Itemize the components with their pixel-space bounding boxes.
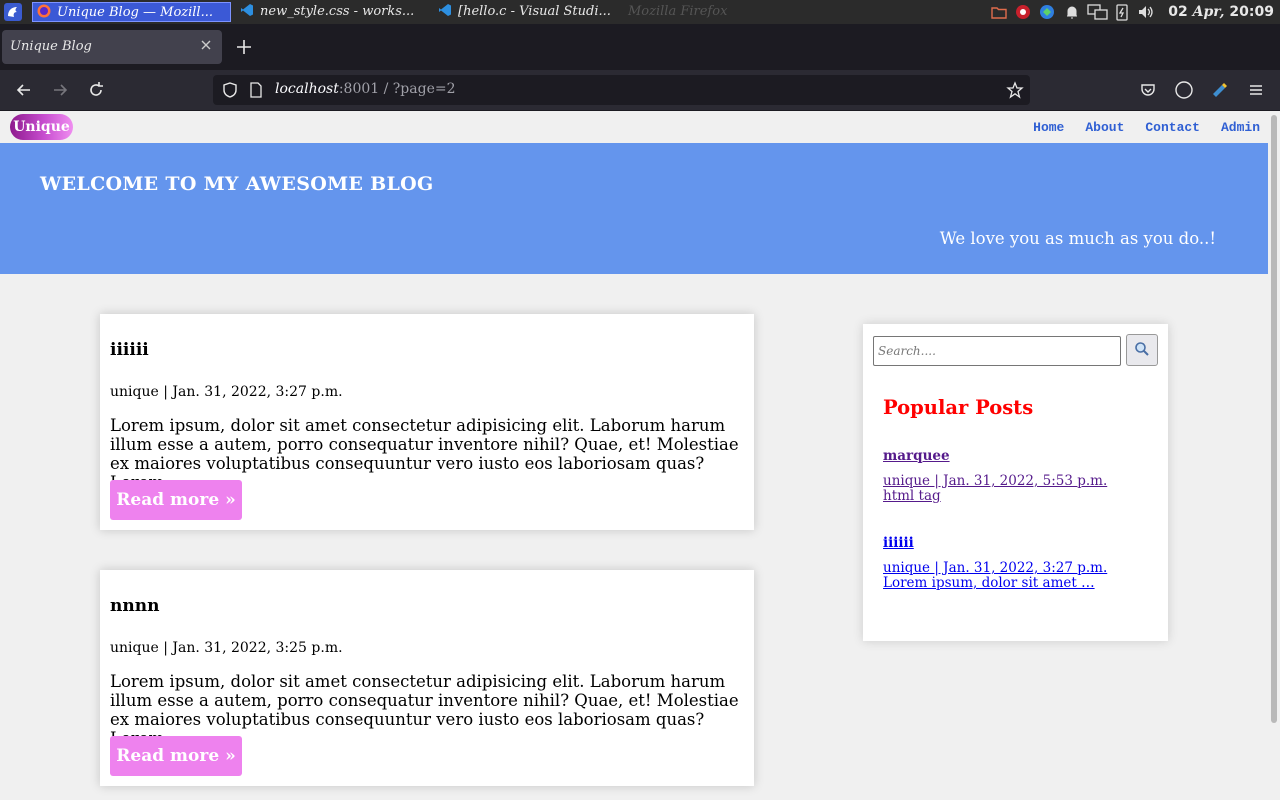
url-bar[interactable]: localhost:8001 / ?page=2 (213, 75, 1030, 105)
page-viewport: Unique Home About Contact Admin WELCOME … (0, 111, 1268, 800)
volume-icon[interactable] (1137, 3, 1155, 21)
search-icon (1135, 341, 1149, 356)
site-logo[interactable]: Unique (10, 114, 73, 140)
system-clock[interactable]: 02 Apr, 20:09 (1168, 2, 1274, 22)
battery-icon[interactable] (1114, 3, 1130, 21)
forward-icon[interactable] (50, 80, 70, 100)
shield-icon[interactable] (221, 81, 239, 99)
post-meta: unique | Jan. 31, 2022, 3:25 p.m. (110, 640, 343, 656)
popular-post-link[interactable]: marquee unique | Jan. 31, 2022, 5:53 p.m… (883, 448, 1107, 504)
site-menu: Home About Contact Admin (1012, 120, 1260, 135)
menu-link-admin[interactable]: Admin (1221, 120, 1260, 135)
new-tab-icon[interactable] (234, 37, 254, 57)
network-icon[interactable] (1087, 3, 1109, 21)
taskbar-window-firefox[interactable]: Unique Blog — Mozill... (32, 2, 231, 22)
window-title-ghost: Mozilla Firefox (628, 4, 728, 19)
vscode-icon (439, 4, 451, 16)
browser-tab[interactable]: Unique Blog (2, 30, 222, 64)
post-meta: unique | Jan. 31, 2022, 3:27 p.m. (110, 384, 343, 400)
popular-posts-heading: Popular Posts (883, 396, 1034, 419)
tab-title: Unique Blog (10, 39, 92, 54)
popular-post-snippet: html tag (883, 488, 941, 504)
url-text[interactable]: localhost:8001 / ?page=2 (275, 81, 456, 97)
vpn-icon[interactable] (1039, 3, 1055, 21)
search-input[interactable] (873, 336, 1121, 366)
bookmark-star-icon[interactable] (1006, 81, 1024, 99)
page-scrollbar[interactable] (1268, 111, 1280, 800)
post-title: iiiiii (110, 340, 149, 360)
hero-banner: WELCOME TO MY AWESOME BLOG We love you a… (0, 143, 1268, 274)
taskbar-window-css[interactable]: new_style.css - works... (236, 2, 432, 22)
back-icon[interactable] (14, 80, 34, 100)
start-menu-icon[interactable] (4, 3, 22, 21)
os-taskbar: Unique Blog — Mozill... new_style.css - … (0, 0, 1280, 24)
site-navbar: Unique Home About Contact Admin (0, 111, 1268, 143)
post-title: nnnn (110, 596, 160, 616)
scrollbar-thumb[interactable] (1271, 115, 1277, 723)
account-icon[interactable] (1174, 80, 1194, 100)
popular-post-title: marquee (883, 448, 950, 464)
read-more-button[interactable]: Read more » (110, 736, 242, 776)
taskbar-window-label: [hello.c - Visual Studi... (458, 4, 611, 19)
search-button[interactable] (1126, 334, 1158, 366)
vscode-icon (241, 4, 253, 16)
popular-post-link[interactable]: iiiiii unique | Jan. 31, 2022, 3:27 p.m.… (883, 535, 1107, 591)
bell-icon[interactable] (1064, 3, 1080, 21)
menu-hamburger-icon[interactable] (1246, 80, 1266, 100)
firefox-icon (37, 4, 51, 18)
url-path: :8001 / ?page=2 (338, 81, 456, 97)
hero-subtitle: We love you as much as you do..! (939, 229, 1216, 248)
taskbar-window-label: new_style.css - works... (260, 4, 415, 19)
page-icon[interactable] (248, 81, 264, 99)
browser-tabstrip: Unique Blog (0, 24, 1280, 70)
popular-post-meta: unique | Jan. 31, 2022, 3:27 p.m. (883, 560, 1108, 576)
reload-icon[interactable] (86, 80, 106, 100)
post-card: iiiiii unique | Jan. 31, 2022, 3:27 p.m.… (100, 314, 754, 530)
popular-post-meta: unique | Jan. 31, 2022, 5:53 p.m. (883, 473, 1108, 489)
taskbar-window-vscode[interactable]: [hello.c - Visual Studi... (434, 2, 630, 22)
menu-link-contact[interactable]: Contact (1145, 120, 1200, 135)
clock-month: Apr, (1192, 4, 1225, 20)
menu-link-home[interactable]: Home (1033, 120, 1064, 135)
hero-title: WELCOME TO MY AWESOME BLOG (40, 173, 434, 195)
browser-navbar: localhost:8001 / ?page=2 (0, 70, 1280, 111)
close-icon[interactable] (198, 37, 214, 53)
clock-date: 02 (1168, 4, 1188, 20)
pocket-icon[interactable] (1138, 80, 1158, 100)
popular-post-snippet: Lorem ipsum, dolor sit amet … (883, 575, 1095, 591)
menu-link-about[interactable]: About (1085, 120, 1124, 135)
taskbar-window-label: Unique Blog — Mozill... (57, 5, 213, 20)
sidebar: Popular Posts marquee unique | Jan. 31, … (863, 324, 1168, 641)
record-icon[interactable] (1015, 3, 1031, 21)
popular-post-title: iiiiii (883, 535, 914, 551)
read-more-button[interactable]: Read more » (110, 480, 242, 520)
clock-time: 20:09 (1229, 4, 1274, 20)
post-card: nnnn unique | Jan. 31, 2022, 3:25 p.m. L… (100, 570, 754, 786)
extension-icon[interactable] (1210, 80, 1230, 100)
folder-icon[interactable] (991, 3, 1007, 21)
url-host: localhost (275, 81, 339, 97)
